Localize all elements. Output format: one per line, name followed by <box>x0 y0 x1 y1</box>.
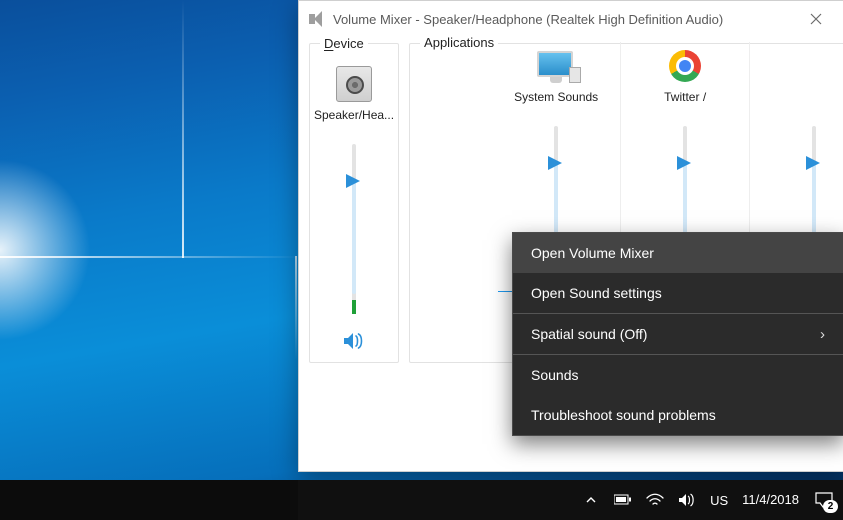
window-title: Volume Mixer - Speaker/Headphone (Realte… <box>333 12 798 27</box>
wallpaper-light <box>0 256 300 258</box>
taskbar-left <box>0 480 298 520</box>
wallpaper-light <box>295 256 297 360</box>
desktop: Volume Mixer - Speaker/Headphone (Realte… <box>0 0 843 520</box>
notification-badge: 2 <box>823 500 838 513</box>
applications-panel-label: Applications <box>420 35 498 331</box>
menu-open-volume-mixer[interactable]: Open Volume Mixer <box>513 233 843 273</box>
taskbar: US 11/4/2018 2 <box>0 480 843 520</box>
close-button[interactable] <box>798 5 834 33</box>
system-sounds-icon[interactable] <box>537 44 575 88</box>
app-label: Twitter / <box>664 90 706 104</box>
window-titlebar[interactable]: Volume Mixer - Speaker/Headphone (Realte… <box>299 1 843 37</box>
language-indicator[interactable]: US <box>710 493 728 508</box>
speaker-icon <box>309 11 325 27</box>
app-label: System Sounds <box>514 90 598 104</box>
battery-icon[interactable] <box>614 491 632 509</box>
tray-chevron-up-icon[interactable] <box>582 491 600 509</box>
wallpaper-light <box>182 0 184 258</box>
device-volume-slider[interactable] <box>342 144 366 314</box>
device-label: Speaker/Hea... <box>314 108 394 122</box>
chrome-icon[interactable] <box>669 44 701 88</box>
menu-sounds[interactable]: Sounds <box>513 355 843 395</box>
device-icon[interactable] <box>336 62 372 106</box>
wifi-icon[interactable] <box>646 491 664 509</box>
device-mute-button[interactable] <box>343 332 365 350</box>
menu-troubleshoot[interactable]: Troubleshoot sound problems <box>513 395 843 435</box>
action-center-icon[interactable]: 2 <box>813 489 835 511</box>
menu-spatial-sound[interactable]: Spatial sound (Off)› <box>513 314 843 354</box>
chevron-right-icon: › <box>820 326 825 343</box>
device-panel-label: Device <box>320 36 368 51</box>
app-label <box>812 90 815 104</box>
menu-open-sound-settings[interactable]: Open Sound settings <box>513 273 843 313</box>
system-tray: US 11/4/2018 2 <box>582 489 835 511</box>
volume-icon[interactable] <box>678 491 696 509</box>
taskbar-date[interactable]: 11/4/2018 <box>742 493 799 507</box>
device-panel: Device Speaker/Hea... <box>309 43 399 363</box>
sound-context-menu: Open Volume Mixer Open Sound settings Sp… <box>512 232 843 436</box>
